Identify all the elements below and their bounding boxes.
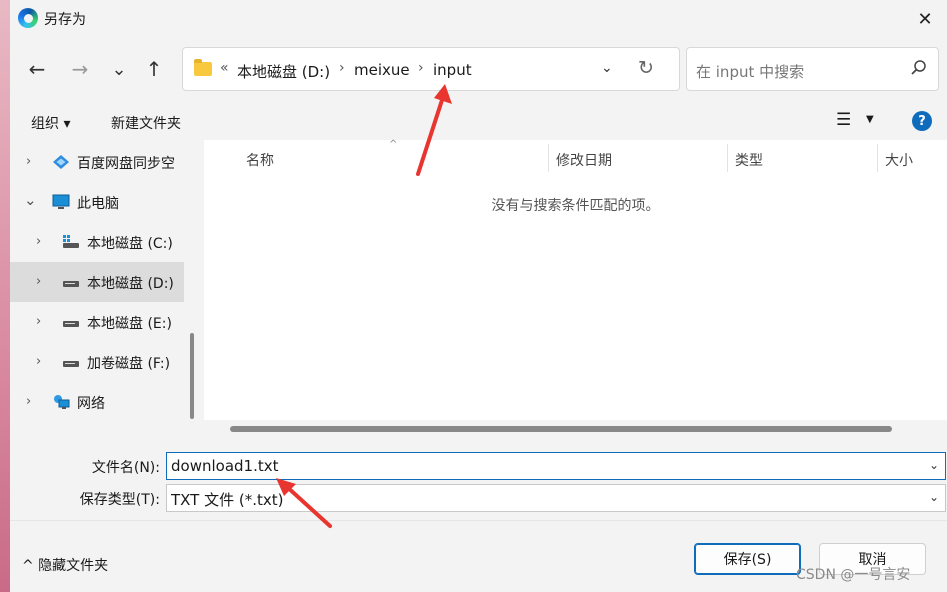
filename-label: 文件名(N): [91,460,160,476]
tree-item-drive-c[interactable]: › 本地磁盘 (C:) [10,222,184,262]
hide-folders-toggle[interactable]: ^ 隐藏文件夹 [22,555,108,575]
watermark-text: CSDN @一号言安 [796,567,911,583]
drive-icon [63,321,79,327]
tree-item-label: 本地磁盘 (C:) [87,236,173,252]
back-button[interactable]: ← [22,54,52,84]
refresh-icon[interactable]: ↻ [638,57,654,79]
column-header-modified[interactable]: 修改日期 [556,150,612,170]
save-as-dialog: 另存为 ✕ ← → ⌄ ↑ « 本地磁盘 (D:) › meixue › inp… [10,0,947,592]
recent-locations-button[interactable]: ⌄ [104,54,134,84]
annotation-arrow-icon [276,478,332,528]
annotation-arrow-icon [416,84,452,176]
tree-item-label: 本地磁盘 (D:) [87,276,174,292]
chevron-down-icon[interactable]: ⌄ [929,458,939,472]
chevron-down-icon: ⌄ [111,58,127,80]
edge-icon [18,8,38,28]
network-icon [54,395,70,409]
search-icon[interactable] [910,59,928,77]
breadcrumb-meixue[interactable]: meixue [354,61,410,79]
drive-icon [63,361,79,367]
tree-item-label: 网络 [77,396,105,412]
tree-item-network[interactable]: › 网络 [10,382,184,422]
baidu-netdisk-icon [53,155,69,169]
address-dropdown-icon[interactable]: ⌄ [601,60,613,76]
filetype-label: 保存类型(T): [79,492,160,508]
column-divider[interactable] [727,144,728,172]
chevron-right-icon[interactable]: › [36,354,41,369]
tree-item-drive-d[interactable]: › 本地磁盘 (D:) [10,262,184,302]
tree-item-baidu-netdisk[interactable]: › 百度网盘同步空 [10,142,184,182]
horizontal-scrollbar-thumb[interactable] [230,426,892,432]
chevron-right-icon[interactable]: › [26,394,31,409]
close-icon: ✕ [917,8,933,30]
up-button[interactable]: ↑ [139,54,169,84]
desktop-background [0,0,10,592]
drive-icon [63,281,79,287]
back-arrow-icon: ← [28,57,46,81]
breadcrumb-separator[interactable]: › [339,60,345,76]
column-header-size[interactable]: 大小 [885,150,913,170]
drive-icon [63,235,79,248]
chevron-right-icon[interactable]: › [26,154,31,169]
breadcrumb-drive-d[interactable]: 本地磁盘 (D:) [237,61,330,82]
computer-icon [52,194,70,209]
close-button[interactable]: ✕ [903,0,947,38]
tree-item-label: 百度网盘同步空 [77,156,175,172]
search-input[interactable]: 在 input 中搜索 [686,47,939,91]
file-list[interactable]: ^ 名称 修改日期 类型 大小 没有与搜索条件匹配的项。 [204,139,947,438]
tree-item-label: 本地磁盘 (E:) [87,316,172,332]
column-divider[interactable] [877,144,878,172]
breadcrumb-separator[interactable]: › [418,60,424,76]
title-bar: 另存为 ✕ [10,0,947,38]
up-arrow-icon: ↑ [145,57,163,81]
sort-ascending-icon: ^ [389,139,398,150]
empty-message: 没有与搜索条件匹配的项。 [491,198,660,214]
view-dropdown-icon[interactable]: ▼ [866,114,874,125]
new-folder-button[interactable]: 新建文件夹 [111,113,181,133]
filetype-value: TXT 文件 (*.txt) [171,491,284,509]
search-placeholder: 在 input 中搜索 [696,63,805,81]
forward-button[interactable]: → [65,54,95,84]
chevron-right-icon[interactable]: › [36,314,41,329]
view-options-icon[interactable]: ☰ [836,110,851,130]
save-button[interactable]: 保存(S) [694,543,801,575]
tree-item-drive-e[interactable]: › 本地磁盘 (E:) [10,302,184,342]
chevron-right-icon[interactable]: › [36,234,41,249]
column-header-name[interactable]: 名称 [246,150,274,170]
tree-item-drive-f[interactable]: › 加卷磁盘 (F:) [10,342,184,382]
chevron-down-icon[interactable]: ⌄ [929,490,939,504]
window-title: 另存为 [44,12,86,28]
navigation-pane: › 百度网盘同步空 ⌄ 此电脑 › 本地磁盘 (C:) › 本地磁盘 (D:) … [10,140,194,438]
help-icon[interactable]: ? [912,111,932,131]
folder-icon [194,59,212,76]
organize-menu[interactable]: 组织 ▾ [31,113,70,133]
breadcrumb-input[interactable]: input [433,61,472,79]
navigation-scrollbar[interactable] [190,333,194,419]
forward-arrow-icon: → [71,57,89,81]
breadcrumb-overflow[interactable]: « [220,60,229,76]
tree-item-this-pc[interactable]: ⌄ 此电脑 [10,182,184,222]
column-divider[interactable] [548,144,549,172]
tree-item-label: 加卷磁盘 (F:) [87,356,171,372]
filename-value[interactable]: download1.txt [171,457,278,475]
chevron-right-icon[interactable]: › [36,274,41,289]
tree-item-label: 此电脑 [77,196,119,212]
column-header-type[interactable]: 类型 [735,150,763,170]
chevron-down-icon[interactable]: ⌄ [24,191,37,209]
